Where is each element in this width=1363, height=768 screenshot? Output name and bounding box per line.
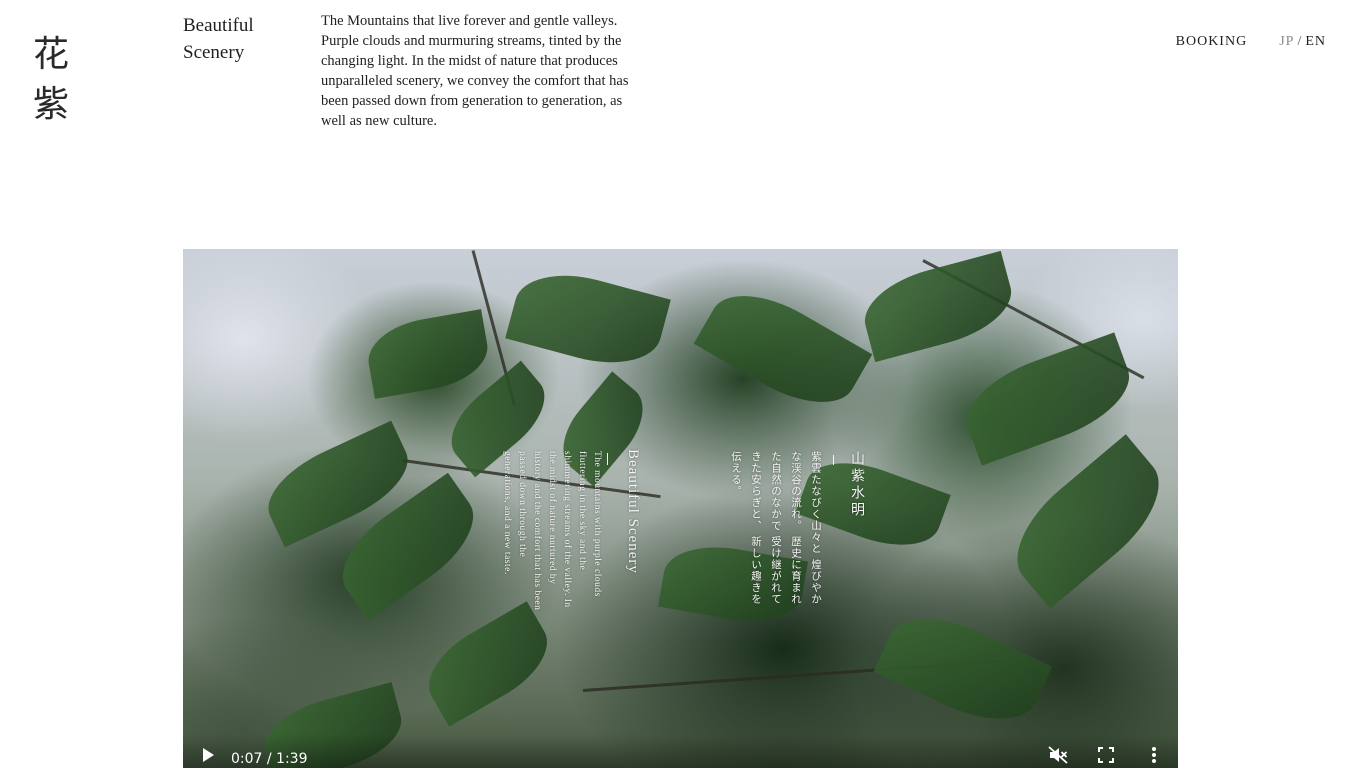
- logo-char-2: 紫: [33, 84, 70, 125]
- overlay-body-jp: 紫雲たなびく山々と 煌びやかな渓谷の流れ。 歴史に育まれた自然のなかで 受け継が…: [730, 451, 822, 605]
- language-switcher: JP / EN: [1279, 34, 1326, 50]
- video-time: 0:07 / 1:39: [231, 751, 308, 767]
- volume-off-icon: [1048, 746, 1068, 764]
- overlay-title-jp: 山紫水明: [849, 451, 865, 519]
- video-controls: 0:07 / 1:39: [183, 734, 1178, 768]
- more-vert-icon: [1152, 747, 1156, 763]
- play-button[interactable]: [195, 742, 221, 768]
- intro-paragraph: The Mountains that live forever and gent…: [321, 13, 629, 129]
- lang-jp-link[interactable]: JP: [1279, 34, 1294, 50]
- logo-char-1: 花: [33, 34, 70, 75]
- more-options-button[interactable]: [1141, 742, 1167, 768]
- logo[interactable]: 花 紫: [33, 30, 73, 130]
- top-nav: BOOKING JP / EN: [1176, 34, 1326, 50]
- play-icon: [203, 748, 214, 762]
- overlay-dash-jp: [833, 455, 834, 465]
- leaf-shape: [362, 309, 494, 399]
- section-title-line-1: Beautiful: [183, 15, 254, 36]
- leaf-shape: [995, 434, 1178, 609]
- lang-separator: /: [1297, 34, 1303, 49]
- overlay-title-en: Beautiful Scenery: [625, 449, 641, 574]
- fullscreen-icon: [1098, 747, 1114, 763]
- leaf-shape: [505, 260, 671, 378]
- leaf-shape: [414, 601, 562, 727]
- video-player[interactable]: Beautiful Scenery The mountains with pur…: [183, 249, 1178, 768]
- section-title-line-2: Scenery: [183, 42, 245, 63]
- booking-link[interactable]: BOOKING: [1176, 34, 1248, 50]
- mute-button[interactable]: [1045, 742, 1071, 768]
- overlay-dash-en: [607, 453, 608, 465]
- leaf-shape: [693, 274, 873, 424]
- overlay-body-en: The mountains with purple clouds flutter…: [502, 451, 602, 611]
- section-title: Beautiful Scenery: [183, 12, 303, 66]
- lang-en-link[interactable]: EN: [1305, 34, 1326, 50]
- leaf-shape: [855, 250, 1021, 363]
- leaf-shape: [873, 598, 1053, 740]
- fullscreen-button[interactable]: [1093, 742, 1119, 768]
